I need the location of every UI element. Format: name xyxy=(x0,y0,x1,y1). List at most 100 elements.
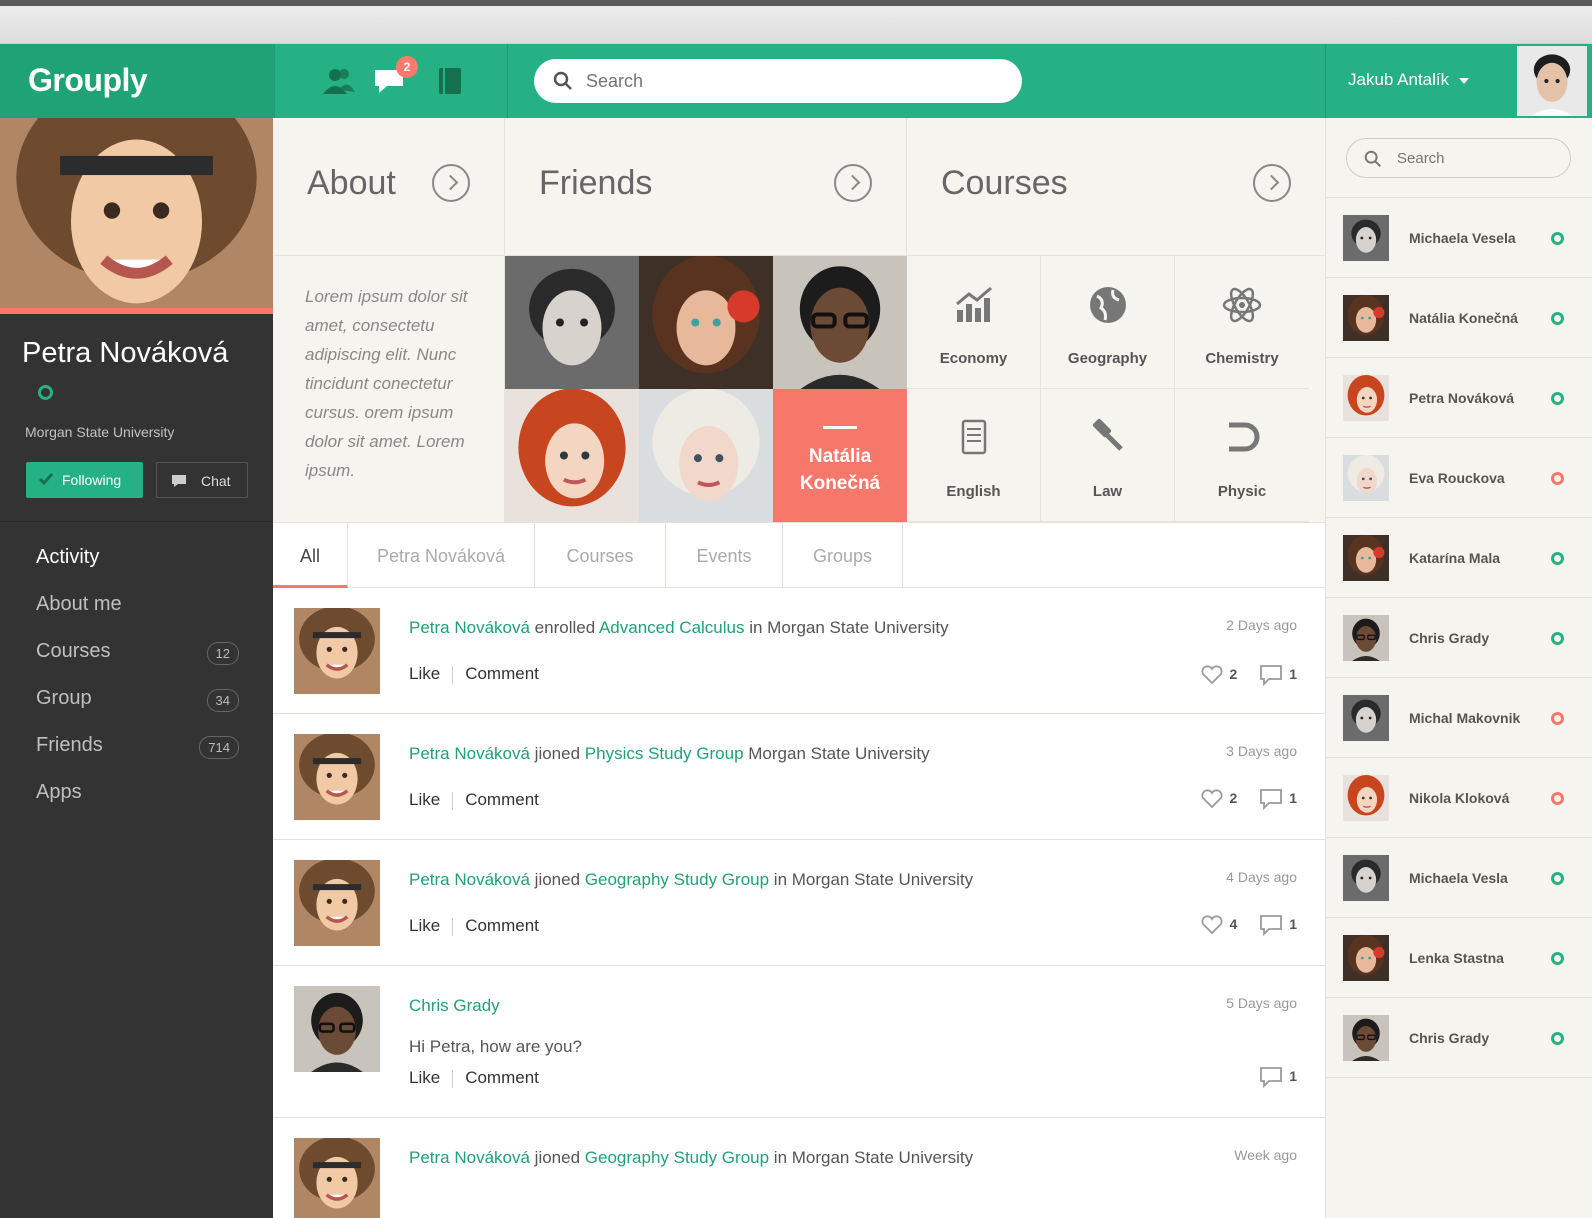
following-button[interactable]: Following xyxy=(26,462,143,498)
tab-groups[interactable]: Groups xyxy=(783,523,903,588)
profile-nav: Activity About me Courses 12 Group 34 Frie… xyxy=(0,536,273,818)
heart-icon[interactable] xyxy=(1200,915,1224,935)
comment-button[interactable]: Comment xyxy=(465,1068,539,1087)
arrow-right-icon[interactable] xyxy=(834,164,872,202)
friend-photo[interactable] xyxy=(639,256,773,389)
contact-item[interactable]: Michaela Vesla xyxy=(1326,838,1592,918)
featured-friend-tile[interactable]: Natália Konečná xyxy=(773,389,907,522)
feed-rest: in Morgan State University xyxy=(769,1148,974,1167)
comment-icon[interactable] xyxy=(1259,788,1283,811)
avatar[interactable] xyxy=(294,608,380,694)
comment-button[interactable]: Comment xyxy=(465,916,539,935)
tab-courses[interactable]: Courses xyxy=(535,523,666,588)
avatar[interactable] xyxy=(294,734,380,820)
notebook-icon[interactable] xyxy=(435,66,469,96)
contact-item[interactable]: Katarína Mala xyxy=(1326,518,1592,598)
user-avatar[interactable] xyxy=(1517,44,1587,118)
comment-button[interactable]: Comment xyxy=(465,790,539,809)
nav-item-apps[interactable]: Apps xyxy=(0,771,273,818)
contact-item[interactable]: Michaela Vesela xyxy=(1326,198,1592,278)
nav-item-friends[interactable]: Friends 714 xyxy=(0,724,273,771)
comment-icon[interactable] xyxy=(1259,914,1283,937)
header-search[interactable] xyxy=(534,59,1022,103)
feed-actions: Like Comment xyxy=(409,1068,539,1088)
contact-item[interactable]: Natália Konečná xyxy=(1326,278,1592,358)
contact-item[interactable]: Nikola Kloková xyxy=(1326,758,1592,838)
friend-photo[interactable] xyxy=(505,389,639,522)
avatar xyxy=(1343,295,1389,341)
feed-time: 3 Days ago xyxy=(1226,743,1297,759)
header-search-input[interactable] xyxy=(586,67,1006,95)
feed-object-link[interactable]: Geography Study Group xyxy=(585,870,769,889)
comment-button[interactable]: Comment xyxy=(465,664,539,683)
courses-card-header[interactable]: Courses xyxy=(907,118,1325,256)
tab-all[interactable]: All xyxy=(273,523,348,588)
feed-actor-link[interactable]: Petra Nováková xyxy=(409,1148,530,1167)
course-physic[interactable]: Physic xyxy=(1175,389,1309,522)
course-law[interactable]: Law xyxy=(1041,389,1175,522)
avatar[interactable] xyxy=(294,1138,380,1218)
logo[interactable]: Grouply xyxy=(0,44,274,118)
like-button[interactable]: Like xyxy=(409,916,440,935)
friend-photo[interactable] xyxy=(773,256,907,389)
friends-icon[interactable] xyxy=(321,66,355,96)
feed-actor-link[interactable]: Petra Nováková xyxy=(409,618,530,637)
app-window: Grouply 2 Jakub Antalík P xyxy=(0,44,1592,1218)
status-away-icon xyxy=(1551,472,1564,485)
feed-text: Petra Nováková jioned Physics Study Grou… xyxy=(409,744,930,764)
chat-label: Chat xyxy=(201,473,231,489)
contact-item[interactable]: Chris Grady xyxy=(1326,998,1592,1078)
feed-object-link[interactable]: Advanced Calculus xyxy=(599,618,745,637)
course-chemistry[interactable]: Chemistry xyxy=(1175,256,1309,389)
left-sidebar: Petra Nováková Morgan State University F… xyxy=(0,118,273,1218)
comment-icon[interactable] xyxy=(1259,1066,1283,1089)
friends-card-header[interactable]: Friends xyxy=(505,118,907,256)
feed-item: Petra Nováková jioned Geography Study Gr… xyxy=(273,840,1325,966)
about-title: About xyxy=(307,164,396,202)
magnet-icon xyxy=(1229,422,1260,452)
tab-petra-novakova[interactable]: Petra Nováková xyxy=(348,523,535,588)
feed-object-link[interactable]: Physics Study Group xyxy=(585,744,744,763)
chat-button[interactable]: Chat xyxy=(156,462,248,498)
about-card-header[interactable]: About xyxy=(273,118,505,256)
user-name: Jakub Antalík xyxy=(1348,70,1450,89)
comment-icon[interactable] xyxy=(1259,664,1283,687)
heart-icon[interactable] xyxy=(1200,789,1224,809)
feed-stats: 2 1 xyxy=(1200,788,1297,811)
feed-actor-link[interactable]: Chris Grady xyxy=(409,996,500,1015)
contacts-search-input[interactable] xyxy=(1397,147,1557,169)
avatar[interactable] xyxy=(294,986,380,1072)
contact-item[interactable]: Eva Rouckova xyxy=(1326,438,1592,518)
contacts-search[interactable] xyxy=(1346,138,1571,178)
feed-object-link[interactable]: Geography Study Group xyxy=(585,1148,769,1167)
contact-item[interactable]: Chris Grady xyxy=(1326,598,1592,678)
course-english[interactable]: English xyxy=(907,389,1041,522)
contact-item[interactable]: Petra Nováková xyxy=(1326,358,1592,438)
like-button[interactable]: Like xyxy=(409,1068,440,1087)
activity-feed: Petra Nováková enrolled Advanced Calculu… xyxy=(273,588,1325,1218)
course-economy[interactable]: Economy xyxy=(907,256,1041,389)
feed-actor-link[interactable]: Petra Nováková xyxy=(409,744,530,763)
like-button[interactable]: Like xyxy=(409,664,440,683)
friend-photo[interactable] xyxy=(639,389,773,522)
nav-item-group[interactable]: Group 34 xyxy=(0,677,273,724)
contact-name: Eva Rouckova xyxy=(1409,470,1505,486)
arrow-right-icon[interactable] xyxy=(1253,164,1291,202)
user-menu[interactable]: Jakub Antalík xyxy=(1325,44,1517,118)
contact-item[interactable]: Michal Makovnik xyxy=(1326,678,1592,758)
top-header: Grouply 2 Jakub Antalík xyxy=(0,44,1592,118)
contact-item[interactable]: Lenka Stastna xyxy=(1326,918,1592,998)
nav-item-courses[interactable]: Courses 12 xyxy=(0,630,273,677)
arrow-right-icon[interactable] xyxy=(432,164,470,202)
friend-photo[interactable] xyxy=(505,256,639,389)
like-button[interactable]: Like xyxy=(409,790,440,809)
feed-rest: Morgan State University xyxy=(743,744,930,763)
nav-item-about[interactable]: About me xyxy=(0,583,273,630)
course-geography[interactable]: Geography xyxy=(1041,256,1175,389)
nav-item-activity[interactable]: Activity xyxy=(0,536,273,583)
feed-actor-link[interactable]: Petra Nováková xyxy=(409,870,530,889)
contact-name: Chris Grady xyxy=(1409,630,1490,646)
heart-icon[interactable] xyxy=(1200,665,1224,685)
tab-events[interactable]: Events xyxy=(666,523,783,588)
avatar[interactable] xyxy=(294,860,380,946)
